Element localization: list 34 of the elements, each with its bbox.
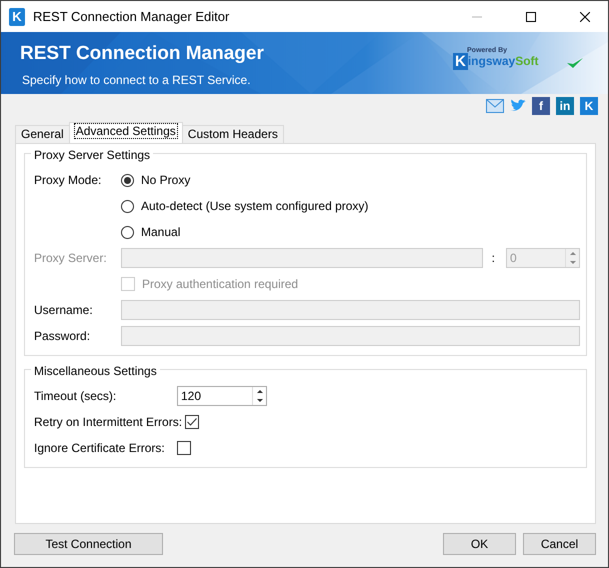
facebook-icon[interactable]: f	[532, 97, 550, 115]
close-button[interactable]	[580, 12, 590, 22]
separator-text: :	[492, 250, 495, 267]
field-label: Timeout (secs):	[34, 388, 118, 405]
test-connection-button[interactable]: Test Connection	[14, 533, 163, 555]
field-label: Proxy Server:	[34, 250, 108, 267]
banner-subtitle: Specify how to connect to a REST Service.	[22, 72, 252, 88]
logo-text: K	[453, 53, 468, 70]
field-label: Password:	[34, 328, 92, 345]
checkbox[interactable]	[185, 415, 200, 429]
app-icon: K	[9, 8, 25, 26]
check-icon	[187, 418, 198, 426]
maximize-button[interactable]	[526, 12, 536, 22]
k-logo-icon[interactable]: K	[580, 97, 598, 115]
tab[interactable]: General	[15, 125, 70, 143]
cancel-button[interactable]: Cancel	[523, 533, 596, 555]
linkedin-icon[interactable]: in	[556, 97, 574, 115]
field-label: Username:	[34, 302, 94, 319]
checkbox-label: Retry on Intermittent Errors:	[34, 414, 184, 431]
bird-icon[interactable]	[510, 99, 526, 113]
tab[interactable]: Advanced Settings	[68, 122, 183, 143]
logo-text: ingsway	[468, 54, 516, 70]
ok-button[interactable]: OK	[443, 533, 516, 555]
banner-title: REST Connection Manager	[20, 42, 264, 66]
checkbox-label: Ignore Certificate Errors:	[34, 440, 166, 457]
mail-icon[interactable]	[486, 99, 504, 113]
checkbox[interactable]	[177, 441, 191, 455]
field-label: Proxy Mode:	[34, 173, 102, 187]
spin-box[interactable]: 120	[177, 386, 267, 406]
check-icon	[566, 57, 584, 69]
tab[interactable]: Custom Headers	[182, 125, 284, 143]
input-field[interactable]: 120	[178, 387, 252, 405]
window-title: REST Connection Manager Editor	[33, 8, 230, 26]
logo-text: Soft	[515, 53, 539, 70]
